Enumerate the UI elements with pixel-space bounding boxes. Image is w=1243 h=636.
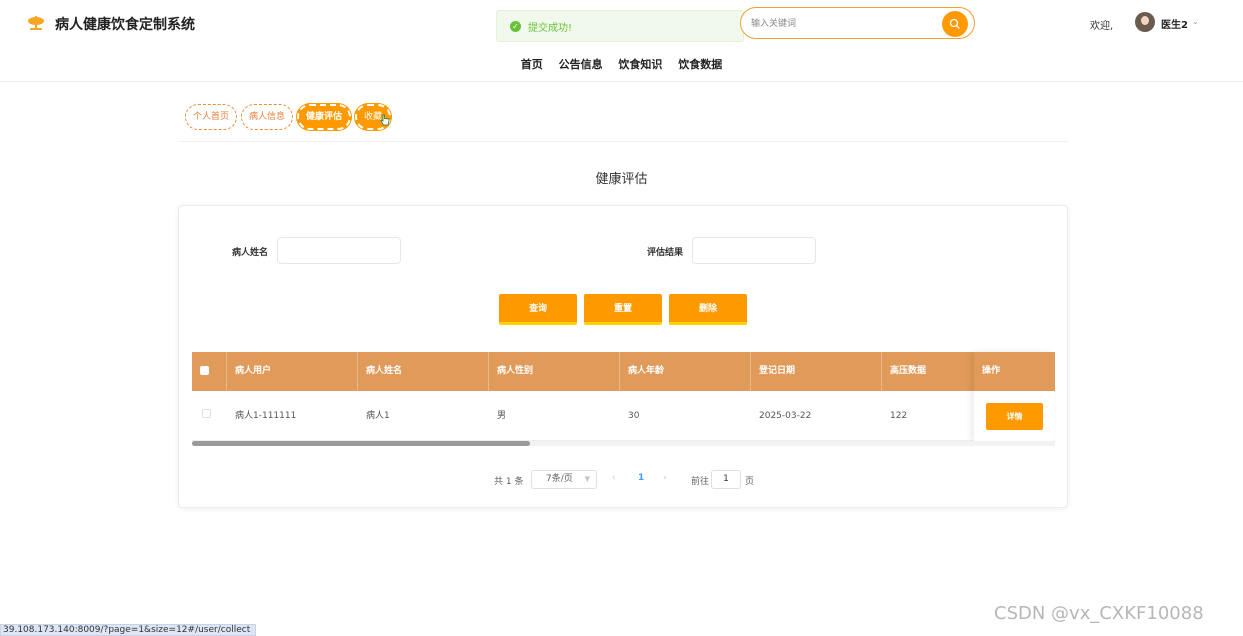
reset-button[interactable]: 重置 [584,294,662,325]
welcome-text: 欢迎, [1090,21,1114,32]
tabs-divider [178,141,1068,142]
pagination: 共 1 条 7条/页 ▼ ‹ 1 › 前往 1 页 [179,470,1069,490]
pagination-total: 共 1 条 [494,477,524,487]
col-operation: 操作 [974,352,1054,391]
query-button[interactable]: 查询 [499,294,577,325]
search-input[interactable] [751,15,931,33]
horizontal-scrollbar[interactable] [192,441,1055,446]
next-page-button[interactable]: › [663,473,667,483]
header-select-cell [192,352,227,391]
nav-item-announcements[interactable]: 公告信息 [559,56,603,72]
tab-personal-home[interactable]: 个人首页 [185,104,238,130]
tab-health-assessment[interactable]: 健康评估 [297,104,352,130]
col-patient-gender: 病人性别 [489,352,620,391]
cell-patient-age: 30 [628,411,640,421]
cell-register-date: 2025-03-22 [759,411,812,421]
col-patient-name: 病人姓名 [358,352,489,391]
toast-message: 提交成功! [528,22,573,34]
search-box [740,7,975,39]
tab-favorites[interactable]: 收藏 [355,104,392,130]
success-check-icon: ✓ [510,20,521,32]
cell-patient-name: 病人1 [366,411,390,421]
page-title: 健康评估 [595,172,648,187]
result-label: 评估结果 [647,248,684,258]
patient-name-input[interactable] [277,237,401,264]
hand-cursor-icon [380,114,390,126]
search-icon [949,18,960,29]
cell-high-pressure: 122 [890,411,908,421]
assessment-card: 病人姓名 评估结果 查询 重置 删除 病人用户 病人姓名 病人性别 病人年龄 登… [178,205,1068,508]
row-checkbox[interactable] [202,409,211,418]
success-toast: ✓ 提交成功! [496,10,744,42]
col-patient-user: 病人用户 [227,352,358,391]
nav-item-home[interactable]: 首页 [521,56,543,72]
app-title: 病人健康饮食定制系统 [55,17,195,33]
goto-page-input[interactable]: 1 [711,470,741,489]
nav-item-diet-data[interactable]: 饮食数据 [678,56,722,72]
page-size-value: 7条/页 [546,474,573,484]
data-table: 病人用户 病人姓名 病人性别 病人年龄 登记日期 高压数据 病人1-111111… [192,352,1055,441]
sub-tabs: 个人首页 病人信息 健康评估 收藏 [185,104,395,130]
col-register-date: 登记日期 [751,352,882,391]
detail-button[interactable]: 详情 [986,403,1043,430]
browser-status-url: 39.108.173.140:8009/?page=1&size=12#/use… [0,624,257,636]
chevron-down-icon[interactable]: ⌄ [1192,17,1199,26]
patient-name-label: 病人姓名 [232,248,269,258]
tab-patient-info[interactable]: 病人信息 [241,104,294,130]
nav-item-diet-knowledge[interactable]: 饮食知识 [618,56,662,72]
page-size-select[interactable]: 7条/页 ▼ [531,470,597,489]
operation-column: 操作 详情 [974,352,1054,441]
search-button[interactable] [942,11,968,37]
user-avatar[interactable] [1135,12,1155,32]
table-header: 病人用户 病人姓名 病人性别 病人年龄 登记日期 高压数据 [192,352,1055,391]
watermark: CSDN @vx_CXKF10088 [994,603,1204,624]
table-row[interactable]: 病人1-111111 病人1 男 30 2025-03-22 122 [192,391,1055,441]
username[interactable]: 医生2 [1161,16,1188,31]
main-nav: 首页 公告信息 饮食知识 饮食数据 [0,56,1243,72]
col-high-pressure: 高压数据 [890,366,927,376]
cell-patient-user: 病人1-111111 [235,411,297,421]
delete-button[interactable]: 删除 [669,294,747,325]
goto-label: 前往 [691,477,710,487]
select-all-checkbox[interactable] [200,366,209,375]
result-input[interactable] [692,237,816,264]
chevron-down-icon: ▼ [584,475,590,483]
top-header: 病人健康饮食定制系统 ✓ 提交成功! 欢迎, 医生2 ⌄ 首页 公告信息 饮食知… [0,0,1243,82]
page-unit-label: 页 [745,477,755,487]
page-number-current[interactable]: 1 [638,473,644,483]
scrollbar-thumb[interactable] [192,441,530,446]
col-patient-age: 病人年龄 [620,352,751,391]
cell-patient-gender: 男 [497,411,507,421]
prev-page-button[interactable]: ‹ [612,473,616,483]
logo-icon [28,16,44,30]
